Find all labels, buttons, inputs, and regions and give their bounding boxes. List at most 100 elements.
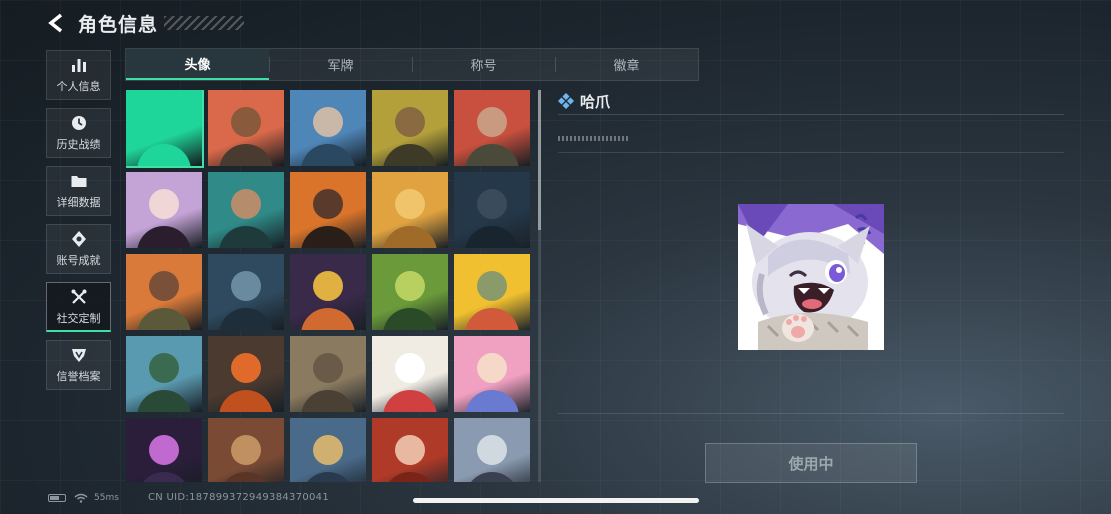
shield-icon <box>71 349 86 362</box>
sidebar-item-credit-record[interactable]: 信誉档案 <box>46 340 111 390</box>
sidebar-item-personal-info[interactable]: 个人信息 <box>46 50 111 100</box>
avatar-figure-head <box>477 188 507 219</box>
avatar-sniper-scope[interactable] <box>208 254 284 330</box>
avatar-figure-head <box>395 270 425 301</box>
sidebar-item-label: 历史战绩 <box>56 138 101 151</box>
avatar-figure-body <box>383 472 437 482</box>
avatar-figure-body <box>137 308 191 330</box>
avatar-preview <box>738 204 884 350</box>
sidebar-item-label: 个人信息 <box>56 80 101 93</box>
sidebar-item-label: 社交定制 <box>56 311 101 325</box>
avatar-way-out-sign[interactable] <box>126 336 202 412</box>
sidebar-item-label: 信誉档案 <box>56 370 101 383</box>
diamond-icon <box>558 93 574 109</box>
avatar-figure-head <box>395 188 425 219</box>
avatar-red-hair-woman[interactable] <box>372 418 448 482</box>
avatar-figure-body <box>301 472 355 482</box>
cat-creature-illustration <box>738 204 884 350</box>
sidebar-item-detailed-data[interactable]: 详细数据 <box>46 166 111 216</box>
tab-dog-tag[interactable]: 军牌 <box>269 49 412 80</box>
avatar-figure-head <box>395 434 425 465</box>
avatar-pilot-headset[interactable] <box>290 90 366 166</box>
page-title: 角色信息 <box>78 13 159 36</box>
avatar-orange-feather[interactable] <box>208 336 284 412</box>
avatar-figure-head <box>149 352 179 383</box>
player-uid: CN UID:187899372949384370041 <box>148 492 329 503</box>
avatar-white-hair-girl[interactable] <box>126 172 202 248</box>
avatar-figure-head <box>395 352 425 383</box>
avatar-figure-body <box>301 308 355 330</box>
avatar-figure-head <box>231 434 261 465</box>
avatar-figure-head <box>477 106 507 137</box>
bar-chart-icon <box>71 59 86 72</box>
avatar-snowman[interactable] <box>372 336 448 412</box>
avatar-figure-head <box>231 270 261 301</box>
scrollbar-thumb[interactable] <box>538 90 541 230</box>
avatar-exit-sign[interactable] <box>372 254 448 330</box>
avatar-figure-head <box>477 352 507 383</box>
avatar-figure-body <box>137 390 191 412</box>
avatar-figure-head <box>149 188 179 219</box>
achievement-icon <box>71 231 86 247</box>
sidebar-item-label: 详细数据 <box>56 196 101 209</box>
avatar-bearded-man-teal[interactable] <box>208 172 284 248</box>
avatar-dragon[interactable] <box>290 418 366 482</box>
avatar-figure-body <box>465 144 519 166</box>
avatar-figure-body <box>137 472 191 482</box>
avatar-figure-body <box>383 144 437 166</box>
avatar-soldier-night[interactable] <box>454 172 530 248</box>
avatar-figure-body <box>301 144 355 166</box>
avatar-figure-head <box>313 106 343 137</box>
avatar-figure-head <box>313 188 343 219</box>
avatar-grid-scrollbar[interactable] <box>538 90 541 482</box>
avatar-figure-body <box>219 144 273 166</box>
avatar-figure-head <box>395 106 425 137</box>
tab-avatar[interactable]: 头像 <box>126 49 269 80</box>
title-decoration <box>164 16 245 30</box>
sidebar-item-achievements[interactable]: 账号成就 <box>46 224 111 274</box>
folder-icon <box>71 176 86 187</box>
battery-icon <box>48 494 66 502</box>
avatar-soldier-explosion[interactable] <box>126 254 202 330</box>
avatar-figure-body <box>383 226 437 248</box>
avatar-figure-body <box>465 472 519 482</box>
avatar-figure-body <box>301 226 355 248</box>
sidebar-item-social-custom[interactable]: 社交定制 <box>46 282 111 332</box>
avatar-figure-body <box>465 308 519 330</box>
sidebar-item-history[interactable]: 历史战绩 <box>46 108 111 158</box>
tab-badge[interactable]: 徽章 <box>555 49 698 80</box>
avatar-masked-man-orange[interactable] <box>290 172 366 248</box>
avatar-figure-head <box>231 106 261 137</box>
sidebar: 个人信息 历史战绩 详细数据 账号成就 社交定制 信誉档案 <box>46 50 111 398</box>
avatar-triangle-gold[interactable] <box>372 172 448 248</box>
avatar-mountain-soldier[interactable] <box>454 418 530 482</box>
avatar-fireworks[interactable] <box>126 418 202 482</box>
category-tabs: 头像 军牌 称号 徽章 <box>125 48 699 81</box>
avatar-abandoned-truck[interactable] <box>290 336 366 412</box>
avatar-figure-head <box>149 434 179 465</box>
sidebar-item-label: 账号成就 <box>56 254 101 267</box>
avatar-green-blank[interactable] <box>126 90 204 168</box>
detail-subtitle-decoration <box>558 136 630 141</box>
use-avatar-button[interactable]: 使用中 <box>705 443 917 483</box>
avatar-map-book[interactable] <box>290 254 366 330</box>
avatar-figure-head <box>313 434 343 465</box>
status-bar: 55ms <box>48 491 119 505</box>
avatar-figure-head <box>477 434 507 465</box>
chevron-left-icon[interactable] <box>44 11 68 35</box>
avatar-figure-head <box>231 352 261 383</box>
home-indicator <box>413 498 699 503</box>
avatar-food-plate-hands[interactable] <box>454 254 530 330</box>
avatar-figure-head <box>477 270 507 301</box>
avatar-scales-emblem[interactable] <box>208 418 284 482</box>
clock-icon <box>71 116 86 130</box>
avatar-bald-bearded-soldier[interactable] <box>372 90 448 166</box>
ping-value: 55ms <box>94 493 119 503</box>
avatar-bearded-soldier-cap[interactable] <box>208 90 284 166</box>
avatar-anime-girl-goggles[interactable] <box>454 336 530 412</box>
avatar-figure-body <box>383 308 437 330</box>
avatar-helmet-soldier-red[interactable] <box>454 90 530 166</box>
detail-header: 哈爪 <box>558 88 1064 115</box>
tab-title[interactable]: 称号 <box>412 49 555 80</box>
header: 角色信息 <box>44 8 245 38</box>
